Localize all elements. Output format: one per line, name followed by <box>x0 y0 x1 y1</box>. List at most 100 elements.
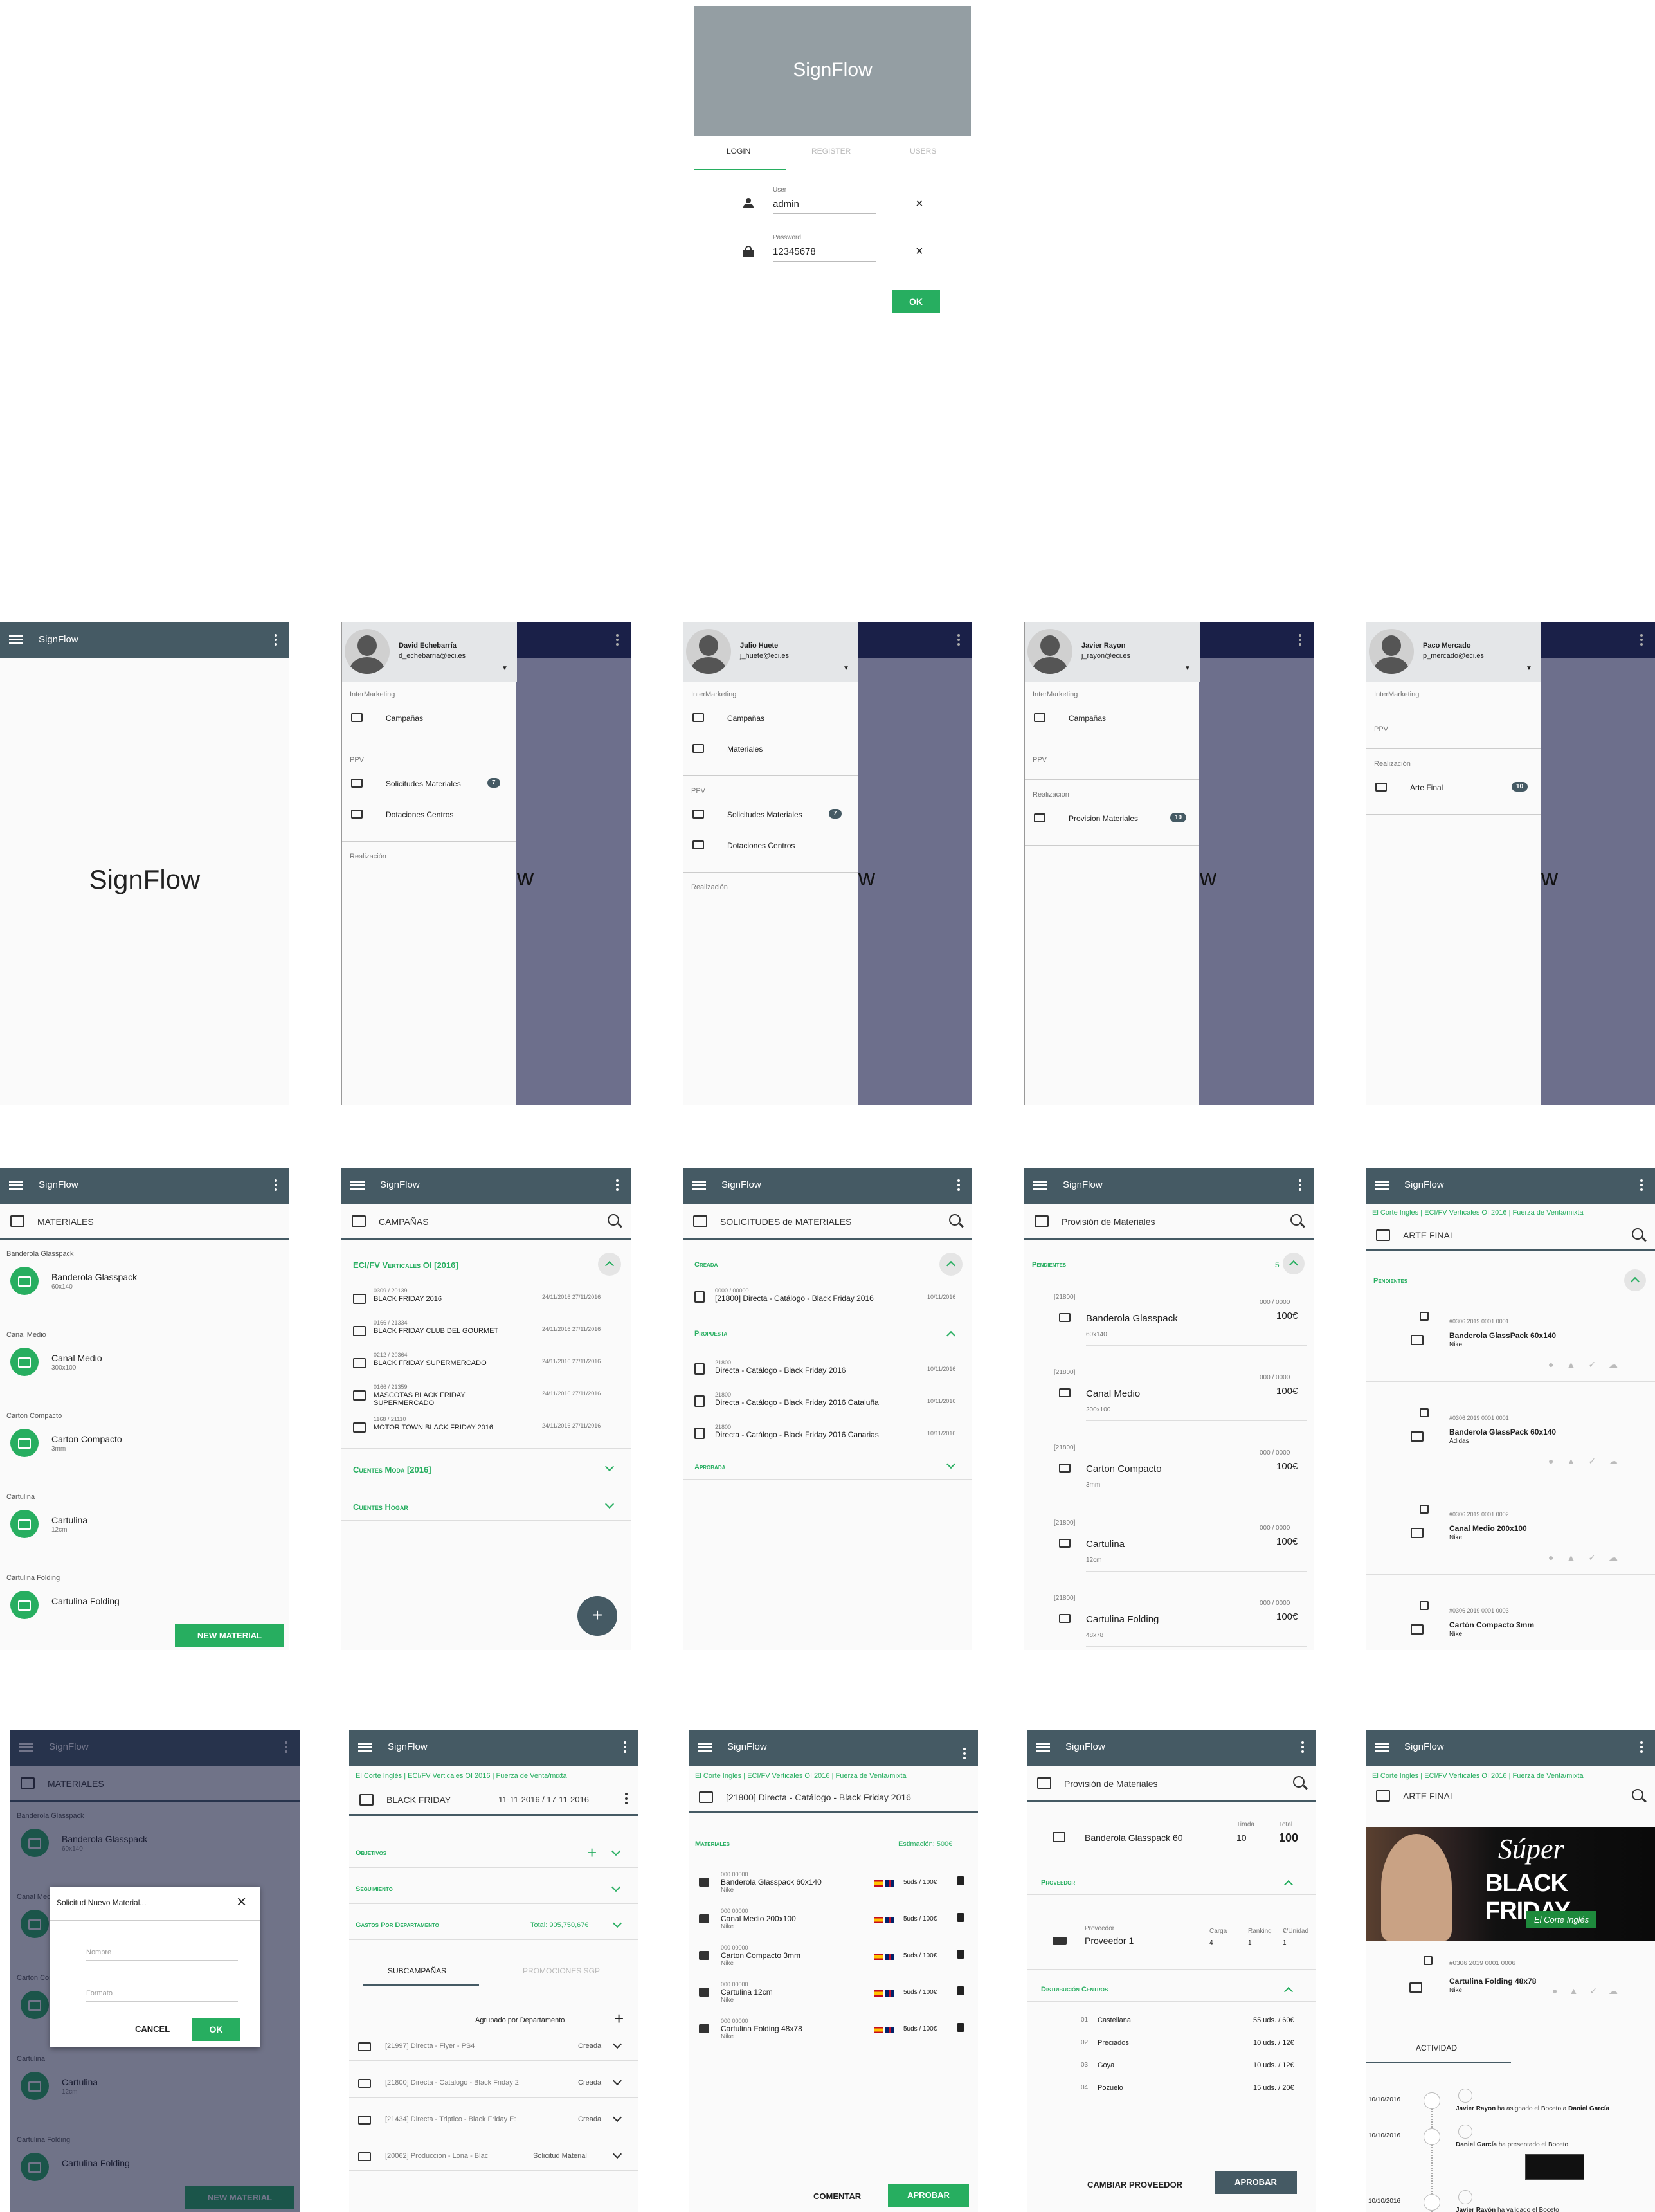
collapse-icon[interactable] <box>946 1330 956 1341</box>
menu-icon[interactable] <box>692 1179 706 1193</box>
nombre-field[interactable]: Nombre <box>86 1948 238 1961</box>
add-fab[interactable]: + <box>577 1596 617 1636</box>
ok-button[interactable]: OK <box>892 290 940 313</box>
menu-icon[interactable] <box>1375 1741 1389 1755</box>
account-dropdown-icon[interactable]: ▼ <box>843 665 849 672</box>
item-name[interactable]: Carton Compacto <box>1086 1464 1162 1474</box>
objetivos-header[interactable]: Objetivos <box>356 1849 386 1857</box>
more-icon[interactable] <box>963 1746 966 1762</box>
campaign-name[interactable]: MASCOTAS BLACK FRIDAY SUPERMERCADO <box>374 1392 521 1407</box>
subcampaign-name[interactable]: [21434] Directa - Triptico - Black Frida… <box>385 2116 539 2123</box>
creada-header[interactable]: Creada <box>694 1261 718 1269</box>
collapse-button[interactable] <box>1624 1269 1646 1291</box>
clear-user-icon[interactable]: × <box>916 197 923 212</box>
more-icon[interactable] <box>1640 1740 1643 1755</box>
tab-promociones[interactable]: PROMOCIONES SGP <box>523 1966 600 1975</box>
search-icon[interactable] <box>1632 1228 1643 1240</box>
collapse-icon[interactable] <box>1283 1986 1294 1997</box>
subcampaign-name[interactable]: [20062] Produccion - Lona - Blac <box>385 2152 539 2160</box>
seguimiento-header[interactable]: Seguimiento <box>356 1885 393 1893</box>
tab-subcampanas[interactable]: SUBCAMPAÑAS <box>388 1966 446 1975</box>
expand-icon[interactable] <box>946 1459 956 1469</box>
trash-icon[interactable] <box>957 2023 964 2032</box>
item-name[interactable]: Banderola Glasspack <box>1086 1313 1178 1324</box>
expand-icon[interactable] <box>612 2149 622 2159</box>
breadcrumb-item[interactable]: ECI/FV Verticales OI 2016 <box>1424 1772 1506 1780</box>
comentar-button[interactable]: COMENTAR <box>813 2191 861 2201</box>
drawer-item[interactable]: Solicitudes Materiales 7 <box>342 772 517 797</box>
menu-icon[interactable] <box>698 1741 712 1755</box>
expand-icon[interactable] <box>612 1918 622 1928</box>
breadcrumb-item[interactable]: ECI/FV Verticales OI 2016 <box>1424 1209 1506 1217</box>
breadcrumb-item[interactable]: Fuerza de Venta/mixta <box>836 1772 907 1780</box>
breadcrumb-item[interactable]: El Corte Inglés <box>1372 1772 1418 1780</box>
aprobada-header[interactable]: Aprobada <box>694 1464 725 1471</box>
more-icon[interactable] <box>1640 633 1643 648</box>
menu-icon[interactable] <box>9 633 23 648</box>
request-name[interactable]: Directa - Catálogo - Black Friday 2016 C… <box>715 1430 879 1439</box>
breadcrumb-item[interactable]: Fuerza de Venta/mixta <box>1513 1209 1584 1217</box>
campaign-name[interactable]: BLACK FRIDAY CLUB DEL GOURMET <box>374 1327 521 1335</box>
add-icon[interactable]: + <box>587 1843 597 1863</box>
sketch-thumbnail[interactable] <box>1525 2154 1584 2180</box>
trash-icon[interactable] <box>957 1986 964 1995</box>
cambiar-proveedor-button[interactable]: CAMBIAR PROVEEDOR <box>1087 2180 1182 2189</box>
tab-register[interactable]: REGISTER <box>811 147 851 156</box>
request-name[interactable]: [21800] Directa - Catálogo - Black Frida… <box>715 1294 874 1303</box>
subcampaign-name[interactable]: [21997] Directa - Flyer - PS4 <box>385 2042 539 2050</box>
clear-password-icon[interactable]: × <box>916 244 923 259</box>
menu-icon[interactable] <box>9 1179 23 1193</box>
material-name[interactable]: Cartulina Folding <box>51 1596 120 1606</box>
distribucion-header[interactable]: Distribución Centros <box>1041 1986 1108 1993</box>
search-icon[interactable] <box>949 1214 961 1226</box>
more-icon[interactable] <box>957 633 961 648</box>
breadcrumb-item[interactable]: El Corte Inglés <box>356 1772 402 1780</box>
expand-icon[interactable] <box>612 2039 622 2049</box>
more-icon[interactable] <box>274 633 278 648</box>
more-icon[interactable] <box>1640 1178 1643 1193</box>
gastos-header[interactable]: Gastos Por Departamento <box>356 1921 439 1929</box>
more-icon[interactable] <box>957 1178 961 1193</box>
more-icon[interactable] <box>624 1791 628 1806</box>
campaign-name[interactable]: BLACK FRIDAY 2016 <box>374 1295 521 1303</box>
material-name[interactable]: Cartulina <box>51 1515 87 1525</box>
account-dropdown-icon[interactable]: ▼ <box>1184 665 1191 672</box>
proveedor-header[interactable]: Proveedor <box>1041 1879 1075 1887</box>
drawer-item[interactable]: Dotaciones Centros <box>342 802 517 828</box>
campaign-name[interactable]: MOTOR TOWN BLACK FRIDAY 2016 <box>374 1424 521 1431</box>
collapse-button[interactable] <box>939 1253 963 1276</box>
search-icon[interactable] <box>608 1214 619 1226</box>
grouping-label[interactable]: Agrupado por Departamento <box>475 2017 565 2024</box>
item-name[interactable]: Cartulina Folding 48x78 <box>721 2024 802 2033</box>
breadcrumb-item[interactable]: Fuerza de Venta/mixta <box>1513 1772 1584 1780</box>
menu-icon[interactable] <box>1375 1179 1389 1193</box>
expand-icon[interactable] <box>612 2076 622 2086</box>
trash-icon[interactable] <box>957 1950 964 1959</box>
section-header[interactable]: Cuentes Hogar <box>353 1502 408 1512</box>
material-name[interactable]: Canal Medio <box>51 1353 102 1363</box>
section-header[interactable]: Cuentes Moda [2016] <box>353 1465 431 1474</box>
item-name[interactable]: Banderola GlassPack 60x140 <box>1449 1331 1556 1340</box>
request-name[interactable]: Directa - Catálogo - Black Friday 2016 <box>715 1366 846 1375</box>
menu-icon[interactable] <box>1036 1741 1050 1755</box>
item-name[interactable]: Canal Medio <box>1086 1388 1140 1399</box>
action-icons[interactable]: ●▲✓☁ <box>1552 1986 1629 1997</box>
collapse-button[interactable] <box>598 1253 621 1276</box>
more-icon[interactable] <box>623 1740 627 1755</box>
more-icon[interactable] <box>615 1178 619 1193</box>
account-dropdown-icon[interactable]: ▼ <box>502 665 508 672</box>
expand-icon[interactable] <box>604 1462 615 1472</box>
more-icon[interactable] <box>1298 633 1302 648</box>
account-dropdown-icon[interactable]: ▼ <box>1526 665 1532 672</box>
breadcrumb-item[interactable]: El Corte Inglés <box>1372 1209 1418 1217</box>
close-icon[interactable]: × <box>237 1892 246 1912</box>
search-icon[interactable] <box>1632 1789 1643 1800</box>
search-icon[interactable] <box>1293 1776 1305 1788</box>
item-name[interactable]: Cartulina 12cm <box>721 1988 773 1997</box>
expand-icon[interactable] <box>612 2112 622 2123</box>
collapse-button[interactable] <box>1283 1253 1305 1274</box>
subcampaign-name[interactable]: [21800] Directa - Catalogo - Black Frida… <box>385 2079 539 2087</box>
item-name[interactable]: Cartulina <box>1086 1539 1125 1550</box>
item-name[interactable]: Canal Medio 200x100 <box>721 1914 796 1923</box>
tab-login[interactable]: LOGIN <box>727 147 750 156</box>
